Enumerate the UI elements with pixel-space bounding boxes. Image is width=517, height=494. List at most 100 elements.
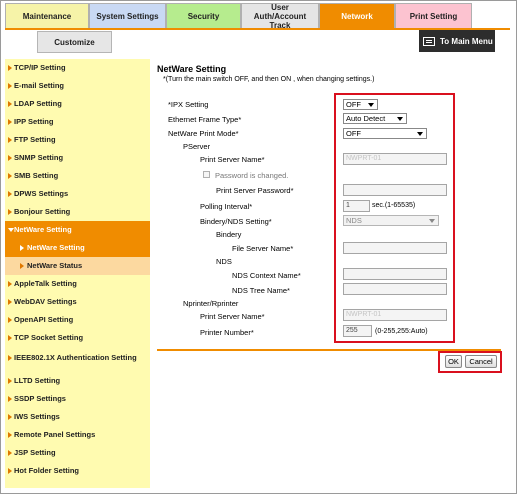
nprinter-rprinter-section-label: Nprinter/Rprinter: [183, 299, 239, 308]
sidebar-item-label: DPWS Settings: [14, 189, 69, 198]
sidebar-subitem-netware-status[interactable]: NetWare Status: [5, 257, 150, 275]
arrow-right-icon: [8, 65, 12, 71]
ethernet-frame-type-select[interactable]: Auto Detect: [343, 113, 407, 124]
tab-user-auth-account-track[interactable]: User Auth/Account Track: [241, 3, 319, 30]
sidebar-item-tcp-ip[interactable]: TCP/IP Setting: [5, 59, 150, 77]
sidebar-item-dpws[interactable]: DPWS Settings: [5, 185, 150, 203]
sidebar-item-label: JSP Setting: [14, 448, 56, 457]
sidebar: TCP/IP Setting E-mail Setting LDAP Setti…: [5, 59, 150, 488]
password-changed-checkbox[interactable]: [203, 171, 210, 178]
ipx-setting-select[interactable]: OFF: [343, 99, 378, 110]
ethernet-frame-type-label: Ethernet Frame Type*: [168, 115, 242, 124]
polling-interval-input[interactable]: 1: [343, 200, 370, 212]
sidebar-item-label: LDAP Setting: [14, 99, 62, 108]
sidebar-item-ieee8021x[interactable]: IEEE802.1X Authentication Setting: [5, 347, 150, 369]
sidebar-item-openapi[interactable]: OpenAPI Setting: [5, 311, 150, 329]
tab-maintenance[interactable]: Maintenance: [5, 3, 89, 29]
arrow-right-icon: [8, 119, 12, 125]
restart-note: *(Turn the main switch OFF, and then ON …: [163, 76, 375, 83]
sidebar-item-label: NetWare Setting: [27, 243, 85, 252]
sidebar-item-remote-panel[interactable]: Remote Panel Settings: [5, 426, 150, 444]
sidebar-item-label: Remote Panel Settings: [14, 430, 96, 439]
print-server-password-label: Print Server Password*: [216, 186, 294, 195]
tab-system-settings[interactable]: System Settings: [89, 3, 166, 29]
print-server-password-input[interactable]: [343, 184, 447, 196]
sidebar-item-tcp-socket[interactable]: TCP Socket Setting: [5, 329, 150, 347]
sidebar-item-label: IEEE802.1X Authentication Setting: [14, 353, 137, 362]
polling-interval-unit: sec.(1-65535): [372, 202, 416, 209]
password-changed-label: Password is changed.: [215, 171, 289, 180]
bindery-nds-setting-label: Bindery/NDS Setting*: [200, 217, 272, 226]
sidebar-item-ssdp[interactable]: SSDP Settings: [5, 390, 150, 408]
arrow-right-icon: [8, 432, 12, 438]
dropdown-arrow-icon: [429, 219, 435, 223]
nprinter-print-server-name-input[interactable]: NWPRT-01: [343, 309, 447, 321]
tab-print-setting[interactable]: Print Setting: [395, 3, 472, 29]
arrow-right-icon: [8, 355, 12, 361]
arrow-right-icon: [8, 281, 12, 287]
ipx-setting-label: *IPX Setting: [168, 100, 209, 109]
arrow-right-icon: [8, 209, 12, 215]
arrow-right-icon: [8, 137, 12, 143]
sidebar-item-snmp[interactable]: SNMP Setting: [5, 149, 150, 167]
sidebar-item-label: WebDAV Settings: [14, 297, 77, 306]
ok-button[interactable]: OK: [445, 355, 462, 368]
sidebar-item-ldap[interactable]: LDAP Setting: [5, 95, 150, 113]
sidebar-item-label: SNMP Setting: [14, 153, 64, 162]
printer-number-label: Printer Number*: [200, 328, 254, 337]
sidebar-item-label: Hot Folder Setting: [14, 466, 79, 475]
nds-context-name-input[interactable]: [343, 268, 447, 280]
page-title: NetWare Setting: [157, 64, 227, 74]
to-main-menu-button[interactable]: To Main Menu: [419, 30, 495, 52]
arrow-right-icon: [8, 83, 12, 89]
sidebar-item-hot-folder[interactable]: Hot Folder Setting: [5, 462, 150, 480]
sidebar-item-email[interactable]: E-mail Setting: [5, 77, 150, 95]
arrow-right-icon: [8, 468, 12, 474]
arrow-right-icon: [8, 155, 12, 161]
sidebar-item-bonjour[interactable]: Bonjour Setting: [5, 203, 150, 221]
sidebar-item-label: SSDP Settings: [14, 394, 66, 403]
tab-customize[interactable]: Customize: [37, 31, 112, 53]
sidebar-item-label: OpenAPI Setting: [14, 315, 74, 324]
arrow-right-icon: [8, 173, 12, 179]
dropdown-arrow-icon: [368, 103, 374, 107]
sidebar-item-iws[interactable]: IWS Settings: [5, 408, 150, 426]
printer-number-range: (0-255,255:Auto): [375, 328, 428, 335]
main-menu-icon: [423, 36, 435, 46]
arrow-right-icon: [8, 317, 12, 323]
sidebar-item-webdav[interactable]: WebDAV Settings: [5, 293, 150, 311]
sidebar-item-smb[interactable]: SMB Setting: [5, 167, 150, 185]
sidebar-subitem-netware-setting[interactable]: NetWare Setting: [5, 239, 150, 257]
cancel-button[interactable]: Cancel: [465, 355, 497, 368]
arrow-right-icon: [8, 101, 12, 107]
bindery-nds-setting-select[interactable]: NDS: [343, 215, 439, 226]
sidebar-item-ftp[interactable]: FTP Setting: [5, 131, 150, 149]
netware-print-mode-select[interactable]: OFF: [343, 128, 427, 139]
sidebar-item-label: AppleTalk Setting: [14, 279, 77, 288]
arrow-right-icon: [8, 378, 12, 384]
print-server-name-input[interactable]: NWPRT-01: [343, 153, 447, 165]
printer-number-input[interactable]: 255: [343, 325, 372, 337]
sidebar-item-lltd[interactable]: LLTD Setting: [5, 372, 150, 390]
sidebar-item-label: IWS Settings: [14, 412, 60, 421]
to-main-menu-label: To Main Menu: [440, 36, 493, 46]
sidebar-item-jsp[interactable]: JSP Setting: [5, 444, 150, 462]
ipx-setting-value: OFF: [346, 100, 361, 109]
arrow-right-icon: [8, 335, 12, 341]
sidebar-item-netware[interactable]: NetWare Setting: [5, 221, 150, 239]
tab-network[interactable]: Network: [319, 3, 395, 29]
sidebar-item-label: E-mail Setting: [14, 81, 65, 90]
sidebar-item-label: TCP Socket Setting: [14, 333, 84, 342]
sidebar-item-label: IPP Setting: [14, 117, 54, 126]
arrow-right-icon: [8, 191, 12, 197]
dropdown-arrow-icon: [397, 117, 403, 121]
sidebar-item-ipp[interactable]: IPP Setting: [5, 113, 150, 131]
sidebar-item-appletalk[interactable]: AppleTalk Setting: [5, 275, 150, 293]
sidebar-item-label: TCP/IP Setting: [14, 63, 66, 72]
nds-tree-name-label: NDS Tree Name*: [232, 286, 290, 295]
dropdown-arrow-icon: [417, 132, 423, 136]
sidebar-item-label: SMB Setting: [14, 171, 59, 180]
nds-tree-name-input[interactable]: [343, 283, 447, 295]
file-server-name-input[interactable]: [343, 242, 447, 254]
tab-security[interactable]: Security: [166, 3, 241, 29]
